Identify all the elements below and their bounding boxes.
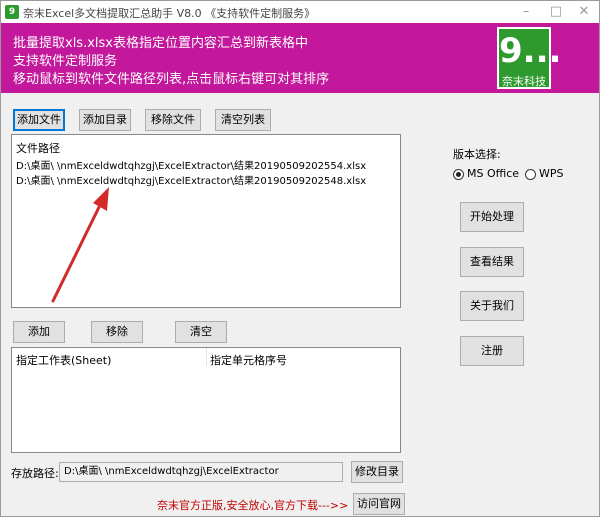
modify-directory-button[interactable]: 修改目录 bbox=[351, 461, 403, 483]
start-processing-button[interactable]: 开始处理 bbox=[460, 202, 524, 232]
title-bar: 9 奈末Excel多文档提取汇总助手 V8.0 《支持软件定制服务》 – □ ✕ bbox=[1, 1, 599, 23]
annotation-arrow bbox=[51, 187, 109, 303]
ms-office-radio[interactable] bbox=[453, 169, 464, 180]
remove-sheet-button[interactable]: 移除 bbox=[91, 321, 143, 343]
wps-radio[interactable] bbox=[525, 169, 536, 180]
clear-sheet-button[interactable]: 清空 bbox=[175, 321, 227, 343]
file-path-header: 文件路径 bbox=[16, 142, 60, 155]
sheet-cell-list[interactable]: 指定工作表(Sheet) 指定单元格序号 bbox=[11, 347, 401, 453]
view-results-button[interactable]: 查看结果 bbox=[460, 247, 524, 277]
column-divider bbox=[206, 348, 207, 366]
save-path-label: 存放路径: bbox=[11, 467, 59, 480]
minimize-icon[interactable]: – bbox=[511, 1, 541, 23]
sheet-column-header: 指定工作表(Sheet) bbox=[16, 354, 112, 367]
app-icon: 9 bbox=[5, 5, 19, 19]
cell-column-header: 指定单元格序号 bbox=[210, 354, 287, 367]
visit-website-button[interactable]: 访问官网 bbox=[353, 493, 405, 515]
save-path-field[interactable]: D:\桌面\ \nmExceldwdtqhzgj\ExcelExtractor bbox=[59, 462, 343, 482]
register-button[interactable]: 注册 bbox=[460, 336, 524, 366]
add-sheet-button[interactable]: 添加 bbox=[13, 321, 65, 343]
brand-logo: 9... 奈末科技 bbox=[497, 27, 562, 89]
banner-line-2: 支持软件定制服务 bbox=[13, 54, 118, 69]
banner-line-1: 批量提取xls.xlsx表格指定位置内容汇总到新表格中 bbox=[13, 36, 308, 51]
add-directory-button[interactable]: 添加目录 bbox=[79, 109, 131, 131]
ms-office-label[interactable]: MS Office bbox=[467, 167, 519, 180]
wps-label[interactable]: WPS bbox=[539, 167, 564, 180]
list-item[interactable]: D:\桌面\ \nmExceldwdtqhzgj\ExcelExtractor\… bbox=[16, 157, 366, 172]
version-label: 版本选择: bbox=[453, 148, 501, 161]
clear-list-button[interactable]: 清空列表 bbox=[215, 109, 271, 131]
app-window: 9 奈末Excel多文档提取汇总助手 V8.0 《支持软件定制服务》 – □ ✕… bbox=[0, 0, 600, 517]
about-us-button[interactable]: 关于我们 bbox=[460, 291, 524, 321]
remove-file-button[interactable]: 移除文件 bbox=[145, 109, 201, 131]
window-title: 奈末Excel多文档提取汇总助手 V8.0 《支持软件定制服务》 bbox=[23, 7, 316, 20]
official-notice: 奈末官方正版,安全放心,官方下载--->> bbox=[157, 499, 349, 512]
add-file-button[interactable]: 添加文件 bbox=[13, 109, 65, 131]
close-icon[interactable]: ✕ bbox=[569, 1, 599, 23]
logo-mark: 9... bbox=[499, 31, 562, 71]
maximize-icon[interactable]: □ bbox=[541, 1, 571, 23]
logo-text: 奈末科技 bbox=[502, 75, 546, 88]
banner-line-3: 移动鼠标到软件文件路径列表,点击鼠标右键可对其排序 bbox=[13, 72, 330, 87]
